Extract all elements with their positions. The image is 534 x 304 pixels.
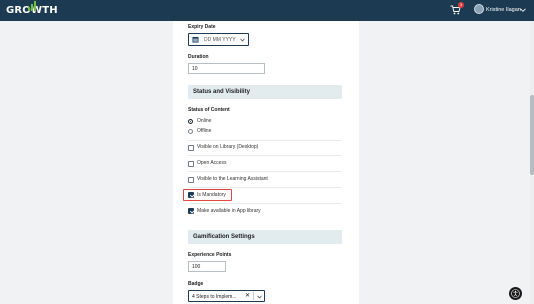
duration-label: Duration bbox=[188, 54, 209, 60]
checkbox-is-mandatory-label: Is Mandatory bbox=[197, 192, 226, 198]
expiry-date-label: Expiry Date bbox=[188, 24, 216, 30]
checkbox-visible-learning-assistant[interactable] bbox=[188, 177, 194, 183]
duration-input[interactable]: 10 bbox=[188, 63, 265, 74]
radio-offline-label: Offline bbox=[197, 128, 212, 134]
divider bbox=[188, 171, 342, 172]
checkbox-app-library-label: Make available in App library bbox=[197, 208, 261, 214]
user-avatar[interactable] bbox=[474, 4, 484, 14]
checkbox-is-mandatory[interactable] bbox=[188, 192, 194, 198]
badge-value: 4 Steps to Implem... bbox=[192, 293, 237, 300]
divider bbox=[188, 140, 342, 141]
chevron-down-icon[interactable] bbox=[520, 7, 526, 13]
expiry-date-field[interactable]: DD MM YYYY bbox=[188, 33, 249, 46]
user-name[interactable]: Kristine Ilagan bbox=[486, 6, 521, 14]
badge-label: Badge bbox=[188, 281, 204, 287]
cart-count-badge: 3 bbox=[458, 2, 464, 8]
checkbox-open-access-label: Open Access bbox=[197, 160, 227, 166]
section-title: Gamification Settings bbox=[193, 234, 255, 240]
radio-offline[interactable] bbox=[188, 129, 193, 134]
chevron-down-icon bbox=[240, 38, 245, 42]
calendar-icon bbox=[192, 37, 199, 43]
experience-points-value: 100 bbox=[192, 264, 201, 270]
accessibility-button[interactable] bbox=[509, 287, 522, 300]
radio-online-label: Online bbox=[197, 118, 212, 124]
checkbox-open-access[interactable] bbox=[188, 161, 194, 167]
section-title: Status and Visibility bbox=[193, 89, 250, 95]
expiry-date-placeholder: DD MM YYYY bbox=[204, 37, 236, 43]
divider bbox=[188, 187, 342, 188]
experience-points-label: Experience Points bbox=[188, 252, 232, 258]
checkbox-app-library[interactable] bbox=[188, 208, 194, 214]
radio-online[interactable] bbox=[188, 119, 193, 124]
select-divider bbox=[253, 292, 254, 300]
checkbox-visible-learning-assistant-label: Visible to the Learning Assistant bbox=[197, 176, 268, 182]
experience-points-input[interactable]: 100 bbox=[188, 261, 226, 272]
checkbox-visible-library-desktop[interactable] bbox=[188, 145, 194, 151]
scrollbar-thumb[interactable] bbox=[530, 95, 534, 175]
status-visibility-section-header: Status and Visibility bbox=[188, 85, 342, 99]
duration-value: 10 bbox=[192, 66, 198, 72]
status-of-content-label: Status of Content bbox=[188, 107, 230, 113]
gamification-section-header: Gamification Settings bbox=[188, 230, 342, 244]
clear-icon[interactable]: ✕ bbox=[245, 292, 250, 300]
accessibility-icon bbox=[511, 289, 520, 298]
badge-select[interactable]: 4 Steps to Implem... ✕ bbox=[188, 290, 265, 302]
divider bbox=[188, 155, 342, 156]
logo-mark-icon bbox=[28, 1, 36, 11]
checkbox-visible-library-desktop-label: Visible on Library (Desktop) bbox=[197, 144, 259, 150]
divider bbox=[188, 203, 342, 204]
chevron-down-icon[interactable] bbox=[257, 295, 262, 299]
